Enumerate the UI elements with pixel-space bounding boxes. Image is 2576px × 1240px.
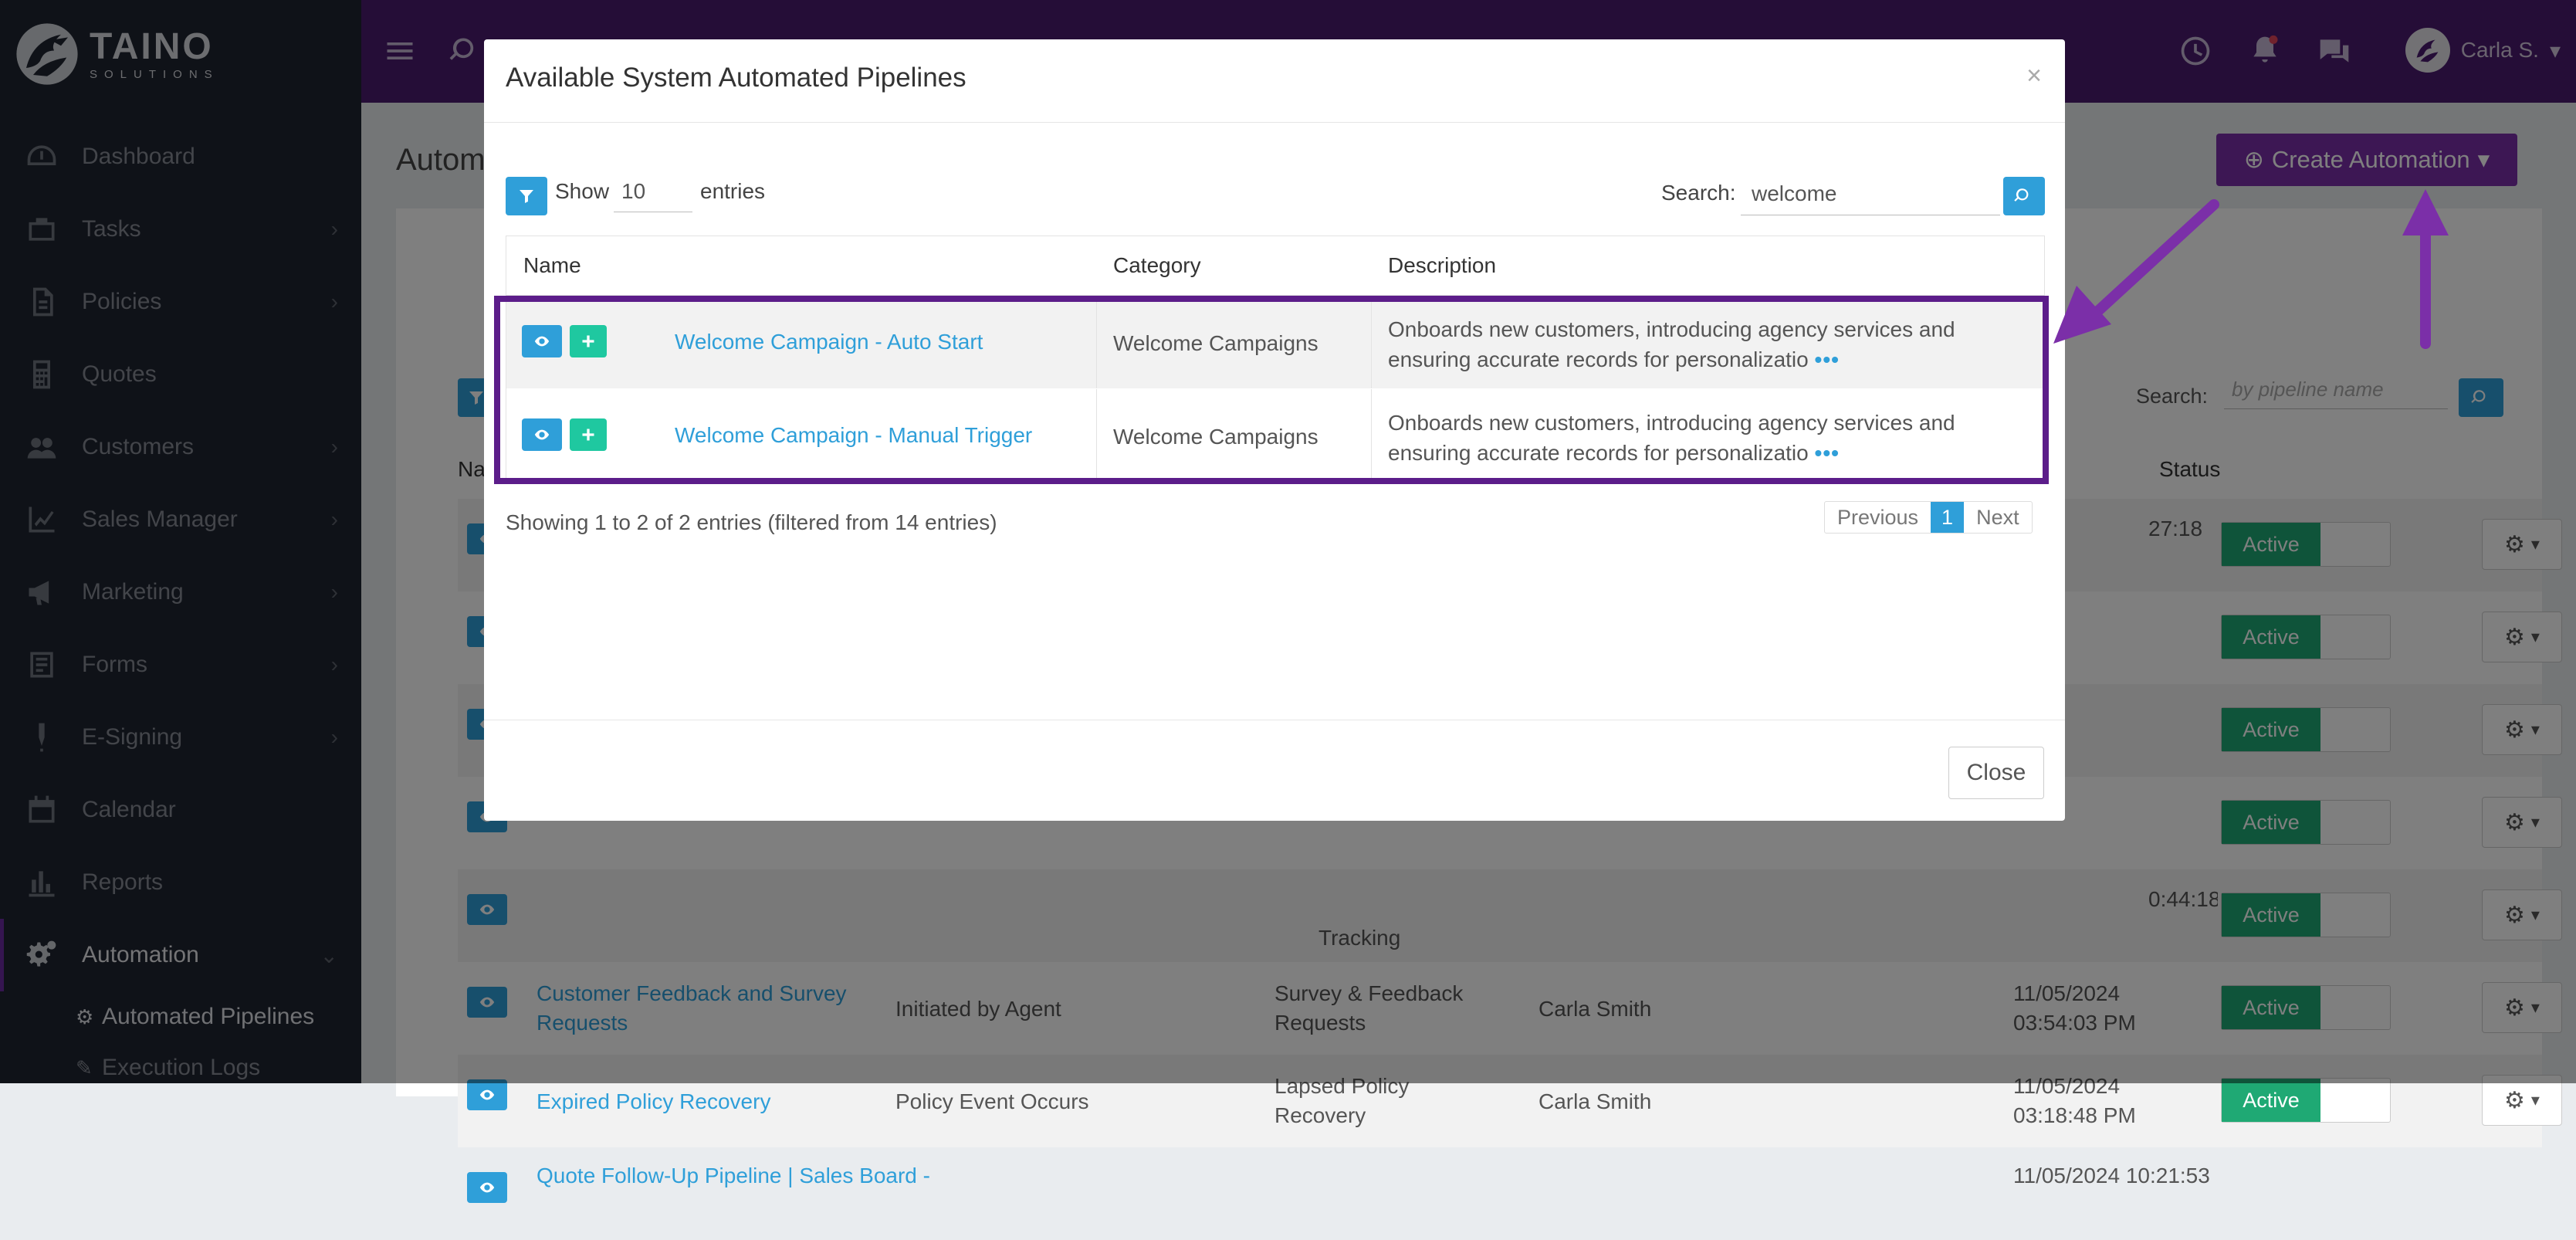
table-info: Showing 1 to 2 of 2 entries (filtered fr… bbox=[506, 510, 997, 534]
available-pipelines-modal: Available System Automated Pipelines × S… bbox=[484, 39, 2065, 821]
modal-title: Available System Automated Pipelines bbox=[506, 63, 966, 93]
more-icon[interactable]: ••• bbox=[1815, 347, 1840, 371]
column-header-name[interactable]: Name bbox=[523, 236, 581, 295]
table-row: Quote Follow-Up Pipeline | Sales Board -… bbox=[458, 1147, 2542, 1240]
more-icon[interactable]: ••• bbox=[1815, 441, 1840, 465]
search-icon bbox=[2014, 188, 2029, 202]
pipeline-name-link[interactable]: Quote Follow-Up Pipeline | Sales Board - bbox=[537, 1161, 930, 1191]
view-button[interactable] bbox=[467, 1079, 507, 1110]
eye-icon bbox=[479, 1182, 495, 1193]
eye-icon bbox=[534, 336, 550, 347]
next-page-button[interactable]: Next bbox=[1964, 502, 2032, 533]
entries-label: entries bbox=[700, 179, 766, 203]
plus-icon bbox=[582, 429, 594, 441]
gear-icon: ⚙ bbox=[2504, 1087, 2525, 1113]
view-button[interactable] bbox=[467, 1172, 507, 1203]
eye-icon bbox=[534, 429, 550, 440]
pipeline-description: Onboards new customers, introducing agen… bbox=[1388, 317, 1955, 372]
table-row: Welcome Campaign - Manual Trigger Welcom… bbox=[506, 389, 2044, 482]
pagination: Previous 1 Next bbox=[1824, 501, 2033, 534]
preview-button[interactable] bbox=[522, 325, 562, 357]
close-button[interactable]: Close bbox=[1948, 747, 2044, 799]
show-label: Show bbox=[555, 179, 610, 203]
modal-header: Available System Automated Pipelines × bbox=[484, 39, 2065, 123]
table-row: Welcome Campaign - Auto Start Welcome Ca… bbox=[506, 296, 2044, 388]
pipeline-category: Welcome Campaigns bbox=[1113, 331, 1318, 355]
status-toggle[interactable]: Active bbox=[2221, 1078, 2391, 1123]
eye-icon bbox=[479, 1089, 495, 1100]
add-pipeline-button[interactable] bbox=[570, 418, 607, 451]
filter-button[interactable] bbox=[506, 177, 547, 215]
column-divider bbox=[1371, 296, 1372, 388]
column-divider bbox=[1371, 389, 1372, 482]
page-button-current[interactable]: 1 bbox=[1931, 502, 1965, 533]
column-header-description[interactable]: Description bbox=[1388, 236, 1496, 295]
column-divider bbox=[1096, 389, 1097, 482]
column-header-category[interactable]: Category bbox=[1113, 236, 1201, 295]
column-divider bbox=[1096, 296, 1097, 388]
pipeline-name-link[interactable]: Welcome Campaign - Manual Trigger bbox=[675, 423, 1032, 448]
pipelines-table: Name Category Description Welcome Campai… bbox=[506, 235, 2045, 483]
search-input[interactable]: welcome bbox=[1741, 172, 2000, 215]
close-icon[interactable]: × bbox=[2026, 61, 2042, 91]
preview-button[interactable] bbox=[522, 418, 562, 451]
caret-down-icon: ▾ bbox=[2530, 1090, 2540, 1110]
search-label: Search: bbox=[1661, 181, 1736, 205]
filter-icon bbox=[520, 190, 533, 203]
pipeline-description: Onboards new customers, introducing agen… bbox=[1388, 411, 1955, 466]
previous-page-button[interactable]: Previous bbox=[1825, 502, 1931, 533]
plus-icon bbox=[582, 335, 594, 347]
pipeline-name-link[interactable]: Welcome Campaign - Auto Start bbox=[675, 330, 983, 354]
pipeline-category: Welcome Campaigns bbox=[1113, 425, 1318, 449]
search-button[interactable] bbox=[2003, 177, 2045, 215]
add-pipeline-button[interactable] bbox=[570, 325, 607, 357]
pipeline-name-link[interactable]: Expired Policy Recovery bbox=[537, 1087, 770, 1116]
page-length-select[interactable]: 10 bbox=[614, 171, 692, 212]
